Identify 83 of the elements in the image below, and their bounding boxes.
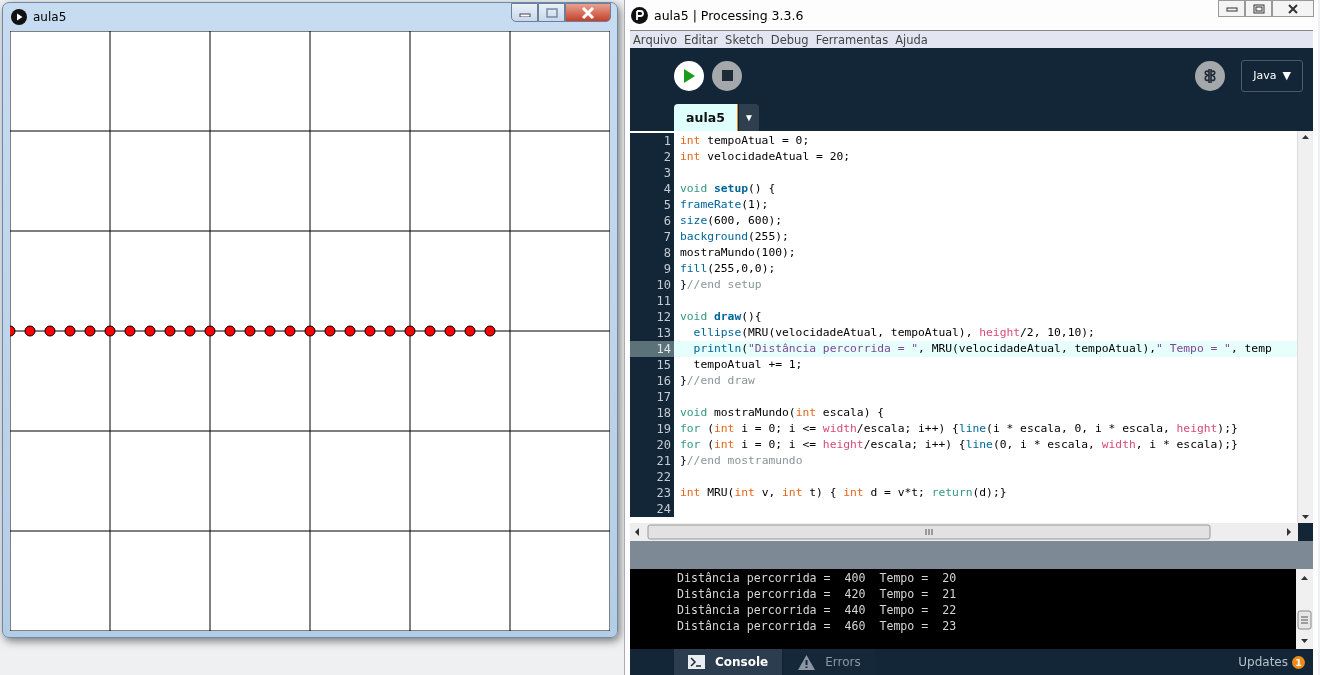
line-number: 16 <box>630 373 674 389</box>
code-line: int velocidadeAtual = 20; <box>679 149 852 165</box>
line-number: 19 <box>630 421 674 437</box>
code-line: void setup() { <box>679 181 777 197</box>
code-line: int MRU(int v, int t) { int d = v*t; return(d);} <box>679 485 1008 501</box>
menu-item[interactable]: Arquivo <box>633 32 678 47</box>
run-button[interactable] <box>674 60 704 91</box>
line-number: 15 <box>630 357 674 373</box>
sketch-tab[interactable]: aula5 <box>674 104 738 131</box>
menu-item[interactable]: Debug <box>770 32 809 47</box>
line-number: 6 <box>630 213 674 229</box>
play-icon <box>682 68 696 83</box>
line-number: 11 <box>630 293 674 309</box>
warning-icon <box>798 654 816 670</box>
code-line: size(600, 600); <box>679 213 784 229</box>
maximize-button[interactable] <box>1245 0 1272 17</box>
line-number: 13 <box>630 325 674 341</box>
line-number: 17 <box>630 389 674 405</box>
close-button[interactable] <box>1272 0 1314 17</box>
line-number: 23 <box>630 485 674 501</box>
maximize-icon <box>545 7 558 18</box>
tab-menu-button[interactable]: ▼ <box>739 104 759 131</box>
terminal-icon <box>688 655 705 669</box>
updates-link[interactable]: Updates <box>1238 655 1288 669</box>
minimize-button[interactable] <box>511 3 538 22</box>
console-line: Distância percorrida = 420 Tempo = 21 <box>677 586 958 602</box>
code-line: fill(255,0,0); <box>679 261 777 277</box>
maximize-button[interactable] <box>538 3 565 22</box>
code-line: void mostraMundo(int escala) { <box>679 405 886 421</box>
mode-selector[interactable]: Java ▼ <box>1241 59 1303 92</box>
menu-item[interactable]: Sketch <box>725 32 764 47</box>
stop-button[interactable] <box>712 60 742 91</box>
close-icon <box>581 6 595 19</box>
line-number: 5 <box>630 197 674 213</box>
minimize-icon <box>1225 5 1238 12</box>
line-number: 24 <box>630 501 674 517</box>
line-number: 2 <box>630 149 674 165</box>
line-number: 21 <box>630 453 674 469</box>
menu-item[interactable]: Ferramentas <box>815 32 889 47</box>
code-line: for (int i = 0; i <= width/escala; i++) {line(i * escala, 0, i * escala, height);} <box>679 421 1239 437</box>
console-line: Distância percorrida = 440 Tempo = 22 <box>677 602 958 618</box>
line-number: 20 <box>630 437 674 453</box>
update-count-badge: 1 <box>1292 655 1305 669</box>
line-number: 18 <box>630 405 674 421</box>
close-button[interactable] <box>565 3 611 22</box>
code-line: }//end mostramundo <box>679 453 804 469</box>
code-line: }//end setup <box>679 277 763 293</box>
console-scrollbar[interactable] <box>1296 569 1313 649</box>
code-line: mostraMundo(100); <box>679 245 797 261</box>
code-line: for (int i = 0; i <= height/escala; i++) {line(0, i * escala, width, i * escala);} <box>679 437 1239 453</box>
stop-icon <box>721 70 733 81</box>
console-line: Distância percorrida = 400 Tempo = 20 <box>677 570 958 586</box>
close-icon <box>1287 3 1299 14</box>
debug-button[interactable] <box>1195 60 1225 91</box>
app-logo-icon <box>631 6 648 24</box>
console-line: Distância percorrida = 460 Tempo = 23 <box>677 618 958 634</box>
maximize-icon <box>1252 3 1265 14</box>
menu-item[interactable]: Editar <box>684 32 719 47</box>
window-title: aula5 | Processing 3.3.6 <box>654 7 804 23</box>
line-number: 9 <box>630 261 674 277</box>
line-number: 12 <box>630 309 674 325</box>
vertical-scrollbar[interactable] <box>1297 131 1313 523</box>
code-line: }//end draw <box>679 373 756 389</box>
code-line: frameRate(1); <box>679 197 770 213</box>
panel-tab[interactable]: Console <box>674 649 783 675</box>
line-number: 1 <box>630 133 674 149</box>
line-number: 3 <box>630 165 674 181</box>
line-number: 8 <box>630 245 674 261</box>
window-title: aula5 <box>33 10 67 24</box>
minimize-button[interactable] <box>1218 0 1245 17</box>
line-number: 7 <box>630 229 674 245</box>
butterfly-icon <box>1201 66 1219 85</box>
code-line: int tempoAtual = 0; <box>679 133 811 149</box>
code-line: tempoAtual += 1; <box>692 357 804 373</box>
line-number: 10 <box>630 277 674 293</box>
line-number: 22 <box>630 469 674 485</box>
line-number: 4 <box>630 181 674 197</box>
menu-item[interactable]: Ajuda <box>895 32 928 47</box>
line-number: 14 <box>630 341 674 357</box>
code-line: void draw(){ <box>679 309 763 325</box>
play-icon <box>11 9 27 25</box>
code-line: background(255); <box>679 229 790 245</box>
code-line: ellipse(MRU(velocidadeAtual, tempoAtual), height/2, 10,10); <box>692 325 1096 341</box>
